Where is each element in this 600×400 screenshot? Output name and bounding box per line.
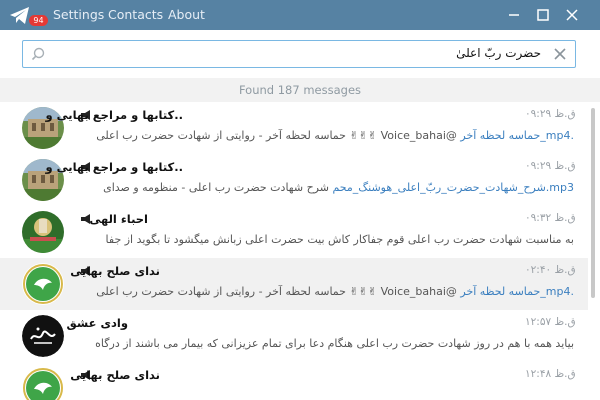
result-row-selected[interactable]: ندای صلح بهایی ق.ظ ۰۲:۴۰ .mp4_حماسه لحظه… [0, 258, 588, 310]
menu-settings[interactable]: Settings [53, 7, 104, 22]
search-input[interactable]: حضرت ربّ اعلیٰ [22, 40, 576, 68]
avatar [22, 263, 64, 305]
file-link[interactable]: .mp4_حماسه لحظه آخر [460, 285, 574, 298]
chat-title: ندای صلح بهایی [70, 264, 160, 278]
scrollbar[interactable] [590, 102, 596, 400]
unread-badge: 94 [29, 15, 48, 26]
result-row[interactable]: ..کتابها و مراجع بهایی و ق.ظ ۰۹:۲۹ mp3.ش… [0, 154, 588, 206]
avatar [22, 367, 64, 400]
message-time: ق.ظ ۰۲:۴۰ [525, 264, 576, 276]
message-snippet: به مناسبت شهادت حضرت رب اعلی قوم جفاکار … [105, 233, 574, 246]
message-time: ق.ظ ۱۲:۵۷ [525, 316, 576, 328]
clear-search-icon[interactable] [553, 47, 567, 61]
message-time: ق.ظ ۰۹:۲۹ [525, 108, 576, 120]
title-bar: 94 Settings Contacts About [0, 0, 600, 30]
menu-about[interactable]: About [168, 7, 205, 22]
chat-title: احباء الهی [89, 212, 148, 226]
file-link[interactable]: mp3.شرح_شهادت_حضرت_ربّ_اعلی_هوشنگ_محم [332, 181, 574, 194]
scrollbar-thumb[interactable] [591, 108, 595, 298]
message-time: ق.ظ ۰۹:۲۹ [525, 160, 576, 172]
search-results-list: ..کتابها و مراجع بهایی و ق.ظ ۰۹:۲۹ .mp4_… [0, 102, 600, 400]
results-count: Found 187 messages [0, 78, 600, 102]
chat-title: وادی عشق [66, 316, 128, 330]
file-link[interactable]: .mp4_حماسه لحظه آخر [460, 129, 574, 142]
chat-title: ندای صلح بهایی [70, 368, 160, 382]
menu-contacts[interactable]: Contacts [108, 7, 163, 22]
avatar [22, 315, 64, 357]
chat-title: ..کتابها و مراجع بهایی و [45, 108, 183, 122]
maximize-icon[interactable] [532, 4, 554, 26]
message-snippet: .mp4_حماسه لحظه آخر @Voice_bahai ✌✌✌ حما… [96, 129, 574, 142]
close-icon[interactable] [561, 4, 583, 26]
result-row[interactable]: احباء الهی ق.ظ ۰۹:۳۲ به مناسبت شهادت حضر… [0, 206, 588, 258]
message-time: ق.ظ ۱۲:۴۸ [525, 368, 576, 380]
search-bar: حضرت ربّ اعلیٰ [0, 30, 600, 78]
search-query: حضرت ربّ اعلیٰ [456, 46, 541, 60]
result-row[interactable]: ندای صلح بهایی ق.ظ ۱۲:۴۸ [0, 362, 588, 400]
message-snippet: .mp4_حماسه لحظه آخر @Voice_bahai ✌✌✌ حما… [96, 285, 574, 298]
message-time: ق.ظ ۰۹:۳۲ [525, 212, 576, 224]
result-row[interactable]: ..کتابها و مراجع بهایی و ق.ظ ۰۹:۲۹ .mp4_… [0, 102, 588, 154]
avatar [22, 211, 64, 253]
chat-title: ..کتابها و مراجع بهایی و [45, 160, 183, 174]
message-snippet: mp3.شرح_شهادت_حضرت_ربّ_اعلی_هوشنگ_محم شر… [103, 181, 574, 194]
minimize-icon[interactable] [503, 4, 525, 26]
search-icon [31, 47, 45, 61]
message-snippet: بیاید همه با هم در روز شهادت حضرت رب اعل… [95, 337, 574, 350]
result-row[interactable]: وادی عشق ق.ظ ۱۲:۵۷ بیاید همه با هم در رو… [0, 310, 588, 362]
